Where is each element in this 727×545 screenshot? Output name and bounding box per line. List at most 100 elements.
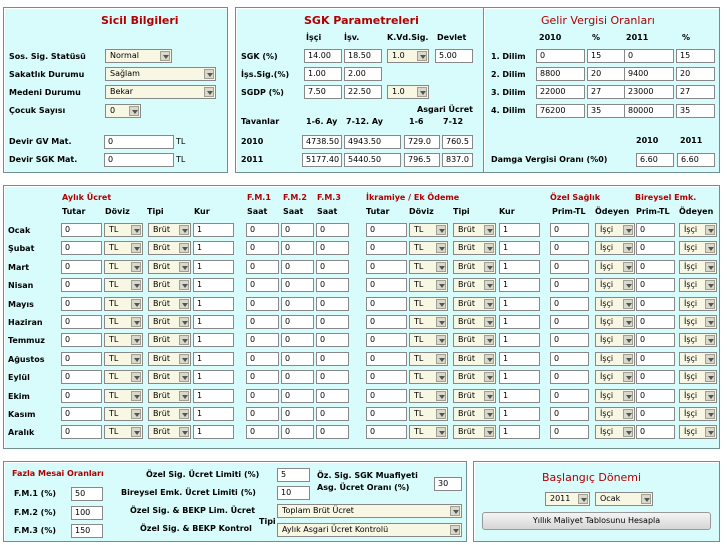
- fm2-hours-input[interactable]: 0: [281, 333, 314, 347]
- bonus-rate-input[interactable]: 1: [499, 260, 540, 274]
- bonus-rate-input[interactable]: 1: [499, 407, 540, 421]
- dilim4-2011-pct[interactable]: 35: [676, 104, 715, 118]
- sgdp-kvd-select[interactable]: 1.0: [387, 85, 429, 99]
- pension-premium-input[interactable]: 0: [636, 241, 675, 255]
- tavan-2010-1-6[interactable]: 4738.50: [302, 135, 342, 149]
- fm1-hours-input[interactable]: 0: [246, 297, 279, 311]
- salary-type-select[interactable]: Brüt: [148, 223, 191, 237]
- pension-payer-select[interactable]: İşçi: [679, 407, 717, 421]
- muafiyet-input[interactable]: 30: [434, 477, 462, 491]
- bonus-amount-input[interactable]: 0: [366, 352, 407, 366]
- salary-type-select[interactable]: Brüt: [148, 389, 191, 403]
- health-payer-select[interactable]: İşçi: [595, 370, 635, 384]
- bonus-currency-select[interactable]: TL: [409, 425, 448, 439]
- dilim1-2010-pct[interactable]: 15: [587, 49, 625, 63]
- fm3-hours-input[interactable]: 0: [316, 260, 349, 274]
- bekp-lim-select[interactable]: Toplam Brüt Ücret: [277, 504, 462, 518]
- salary-currency-select[interactable]: TL: [104, 297, 143, 311]
- fm3-hours-input[interactable]: 0: [316, 370, 349, 384]
- fm3-hours-input[interactable]: 0: [316, 333, 349, 347]
- bonus-rate-input[interactable]: 1: [499, 352, 540, 366]
- pension-payer-select[interactable]: İşçi: [679, 333, 717, 347]
- salary-currency-select[interactable]: TL: [104, 425, 143, 439]
- dilim4-2010-input[interactable]: 76200: [536, 104, 585, 118]
- health-payer-select[interactable]: İşçi: [595, 425, 635, 439]
- bonus-amount-input[interactable]: 0: [366, 297, 407, 311]
- bonus-type-select[interactable]: Brüt: [453, 315, 496, 329]
- bonus-currency-select[interactable]: TL: [409, 389, 448, 403]
- fm1-hours-input[interactable]: 0: [246, 260, 279, 274]
- damga-2010-input[interactable]: 6.60: [636, 153, 674, 167]
- bonus-currency-select[interactable]: TL: [409, 352, 448, 366]
- bonus-rate-input[interactable]: 1: [499, 333, 540, 347]
- salary-amount-input[interactable]: 0: [61, 425, 102, 439]
- asgari-2010-7-12[interactable]: 760.5: [442, 135, 473, 149]
- bonus-type-select[interactable]: Brüt: [453, 241, 496, 255]
- health-premium-input[interactable]: 0: [550, 260, 589, 274]
- bireysel-limit-input[interactable]: 10: [277, 486, 310, 500]
- health-premium-input[interactable]: 0: [550, 407, 589, 421]
- salary-currency-select[interactable]: TL: [104, 241, 143, 255]
- health-payer-select[interactable]: İşçi: [595, 352, 635, 366]
- bonus-type-select[interactable]: Brüt: [453, 389, 496, 403]
- sgk-kvd-select[interactable]: 1.0: [387, 49, 429, 63]
- dilim3-2010-pct[interactable]: 27: [587, 85, 625, 99]
- bonus-amount-input[interactable]: 0: [366, 260, 407, 274]
- start-month-select[interactable]: Ocak: [595, 492, 653, 506]
- pension-premium-input[interactable]: 0: [636, 425, 675, 439]
- pension-premium-input[interactable]: 0: [636, 352, 675, 366]
- iss-isv-input[interactable]: 2.00: [344, 67, 382, 81]
- fm1-hours-input[interactable]: 0: [246, 352, 279, 366]
- fm3-hours-input[interactable]: 0: [316, 425, 349, 439]
- fm2-hours-input[interactable]: 0: [281, 352, 314, 366]
- salary-currency-select[interactable]: TL: [104, 315, 143, 329]
- salary-rate-input[interactable]: 1: [193, 407, 234, 421]
- bonus-rate-input[interactable]: 1: [499, 315, 540, 329]
- bonus-rate-input[interactable]: 1: [499, 297, 540, 311]
- health-premium-input[interactable]: 0: [550, 370, 589, 384]
- fm2-hours-input[interactable]: 0: [281, 389, 314, 403]
- fm3-hours-input[interactable]: 0: [316, 278, 349, 292]
- bonus-type-select[interactable]: Brüt: [453, 278, 496, 292]
- bonus-rate-input[interactable]: 1: [499, 370, 540, 384]
- bonus-rate-input[interactable]: 1: [499, 278, 540, 292]
- salary-type-select[interactable]: Brüt: [148, 333, 191, 347]
- bonus-currency-select[interactable]: TL: [409, 260, 448, 274]
- fm3-hours-input[interactable]: 0: [316, 223, 349, 237]
- pension-premium-input[interactable]: 0: [636, 389, 675, 403]
- pension-payer-select[interactable]: İşçi: [679, 223, 717, 237]
- bonus-type-select[interactable]: Brüt: [453, 425, 496, 439]
- health-payer-select[interactable]: İşçi: [595, 333, 635, 347]
- fm3-hours-input[interactable]: 0: [316, 297, 349, 311]
- salary-amount-input[interactable]: 0: [61, 297, 102, 311]
- pension-premium-input[interactable]: 0: [636, 297, 675, 311]
- salary-type-select[interactable]: Brüt: [148, 297, 191, 311]
- fm3-hours-input[interactable]: 0: [316, 389, 349, 403]
- bonus-rate-input[interactable]: 1: [499, 223, 540, 237]
- fm1-rate-input[interactable]: 50: [71, 487, 103, 501]
- calculate-button[interactable]: Yıllık Maliyet Tablosunu Hesapla: [482, 512, 711, 530]
- health-premium-input[interactable]: 0: [550, 425, 589, 439]
- dilim4-2010-pct[interactable]: 35: [587, 104, 625, 118]
- salary-rate-input[interactable]: 1: [193, 370, 234, 384]
- health-premium-input[interactable]: 0: [550, 333, 589, 347]
- dilim1-2011-input[interactable]: 0: [624, 49, 674, 63]
- pension-premium-input[interactable]: 0: [636, 370, 675, 384]
- bonus-type-select[interactable]: Brüt: [453, 370, 496, 384]
- salary-amount-input[interactable]: 0: [61, 333, 102, 347]
- salary-rate-input[interactable]: 1: [193, 389, 234, 403]
- salary-rate-input[interactable]: 1: [193, 333, 234, 347]
- dilim2-2010-input[interactable]: 8800: [536, 67, 585, 81]
- salary-amount-input[interactable]: 0: [61, 241, 102, 255]
- sakatlik-select[interactable]: Sağlam: [105, 67, 216, 81]
- health-premium-input[interactable]: 0: [550, 389, 589, 403]
- dilim3-2010-input[interactable]: 22000: [536, 85, 585, 99]
- salary-currency-select[interactable]: TL: [104, 278, 143, 292]
- salary-type-select[interactable]: Brüt: [148, 315, 191, 329]
- dilim1-2010-input[interactable]: 0: [536, 49, 585, 63]
- salary-type-select[interactable]: Brüt: [148, 425, 191, 439]
- bonus-type-select[interactable]: Brüt: [453, 333, 496, 347]
- sgk-isv-input[interactable]: 18.50: [344, 49, 382, 63]
- pension-premium-input[interactable]: 0: [636, 333, 675, 347]
- iss-isci-input[interactable]: 1.00: [304, 67, 342, 81]
